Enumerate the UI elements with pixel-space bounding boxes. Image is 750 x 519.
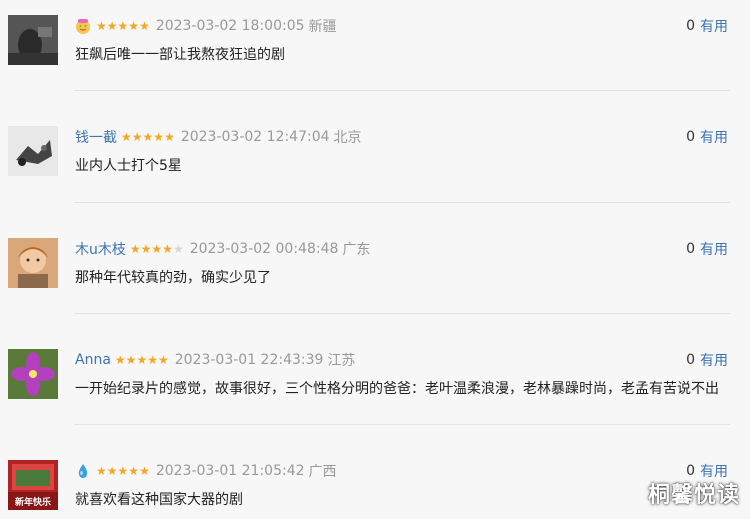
vote-count: 0: [686, 241, 695, 257]
comment-content: 狂飙后唯一一部让我熬夜狂追的剧: [75, 47, 285, 63]
avatar-caption: 新年快乐: [15, 496, 51, 508]
star-filled-icon: ★: [106, 464, 118, 478]
comment-location: 北京: [333, 130, 362, 146]
comment-time: 2023-03-02 18:00:05: [155, 18, 305, 34]
star-filled-icon: ★: [151, 242, 163, 256]
comment-content: 业内人士打个5星: [75, 158, 182, 174]
star-filled-icon: ★: [147, 353, 158, 367]
avatar[interactable]: [8, 126, 58, 176]
face-emoji-icon[interactable]: [75, 18, 91, 34]
comment-meta: 钱一截 ★ ★ ★ ★ ★ 2023-03-02 12:47:04 北京: [75, 126, 362, 148]
comment-location: 新疆: [308, 19, 337, 35]
watermark: 桐馨悦读: [647, 483, 740, 508]
comment-location: 江苏: [327, 353, 356, 369]
star-filled-icon: ★: [142, 130, 154, 144]
star-filled-icon: ★: [129, 242, 141, 256]
divider: [74, 424, 730, 425]
rating-stars: ★ ★ ★ ★ ★: [121, 131, 175, 143]
user-name[interactable]: Anna: [75, 352, 111, 368]
star-filled-icon: ★: [121, 130, 132, 144]
avatar[interactable]: [8, 349, 58, 399]
user-name[interactable]: 钱一截: [75, 127, 117, 147]
rating-stars: ★ ★ ★ ★ ★: [130, 243, 184, 255]
useful-button[interactable]: 有用: [700, 350, 728, 370]
star-filled-icon: ★: [117, 464, 129, 478]
comment-time: 2023-03-02 00:48:48: [189, 241, 339, 257]
useful-button[interactable]: 有用: [700, 16, 728, 36]
vote-area: 0 有用: [686, 127, 728, 147]
avatar[interactable]: [8, 238, 58, 288]
vote-count: 0: [686, 129, 695, 145]
comment-location: 广西: [308, 464, 337, 480]
rating-stars: ★ ★ ★ ★ ★: [115, 354, 169, 366]
rating-stars: ★ ★ ★ ★ ★: [96, 465, 150, 477]
star-filled-icon: ★: [136, 353, 148, 367]
comment-content: 就喜欢看这种国家大器的剧: [75, 492, 243, 508]
star-filled-icon: ★: [139, 19, 150, 33]
comment-content: 一开始纪录片的感觉，故事很好，三个性格分明的爸爸：老叶温柔浪漫，老林暴躁时尚，老…: [75, 381, 719, 397]
comment-time: 2023-03-01 21:05:42: [155, 463, 305, 479]
star-filled-icon: ★: [128, 464, 140, 478]
star-filled-icon: ★: [157, 353, 169, 367]
comment-meta: Anna ★ ★ ★ ★ ★ 2023-03-01 22:43:39 江苏: [75, 349, 355, 371]
star-filled-icon: ★: [153, 130, 165, 144]
vote-count: 0: [686, 352, 695, 368]
comment-meta: ★ ★ ★ ★ ★ 2023-03-01 21:05:42 广西: [75, 460, 337, 482]
useful-button[interactable]: 有用: [700, 127, 728, 147]
useful-button[interactable]: 有用: [700, 239, 728, 259]
star-filled-icon: ★: [114, 353, 126, 367]
comment-meta: ★ ★ ★ ★ ★ 2023-03-02 18:00:05 新疆: [75, 15, 337, 37]
rating-stars: ★ ★ ★ ★ ★: [96, 20, 150, 32]
star-filled-icon: ★: [96, 464, 107, 478]
star-filled-icon: ★: [117, 19, 129, 33]
star-filled-icon: ★: [106, 19, 118, 33]
star-filled-icon: ★: [125, 353, 137, 367]
water-drop-icon[interactable]: [75, 463, 91, 479]
vote-area: 0 有用: [686, 239, 728, 259]
vote-area: 0 有用: [686, 350, 728, 370]
comment-content: 那种年代较真的劲，确实少见了: [75, 270, 271, 286]
star-filled-icon: ★: [128, 19, 140, 33]
divider: [74, 313, 730, 314]
star-empty-icon: ★: [172, 242, 184, 256]
comment-list: ★ ★ ★ ★ ★ 2023-03-02 18:00:05 新疆 狂飙后唯一一部让我熬夜…: [0, 0, 750, 519]
vote-area: 0 有用: [686, 16, 728, 36]
star-filled-icon: ★: [164, 130, 175, 144]
avatar[interactable]: 新年快乐: [8, 460, 58, 510]
comment-time: 2023-03-02 12:47:04: [180, 129, 330, 145]
comment-meta: 木u木枝 ★ ★ ★ ★ ★ 2023-03-02 00:48:48 广东: [75, 238, 370, 260]
comment-time: 2023-03-01 22:43:39: [174, 352, 324, 368]
star-filled-icon: ★: [139, 464, 150, 478]
divider: [74, 90, 730, 91]
star-filled-icon: ★: [96, 19, 107, 33]
avatar[interactable]: [8, 15, 58, 65]
star-filled-icon: ★: [162, 242, 173, 256]
comment-location: 广东: [342, 242, 371, 258]
star-filled-icon: ★: [131, 130, 143, 144]
star-filled-icon: ★: [140, 242, 152, 256]
divider: [74, 202, 730, 203]
vote-count: 0: [686, 18, 695, 34]
user-name[interactable]: 木u木枝: [75, 239, 126, 259]
